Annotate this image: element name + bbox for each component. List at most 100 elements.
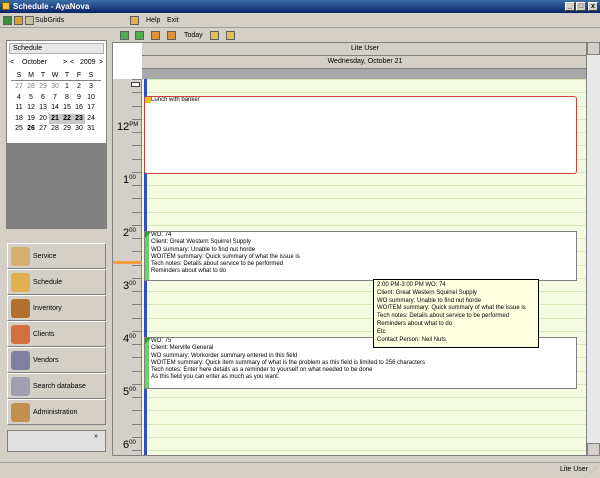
prev-year-button[interactable]: < bbox=[70, 58, 74, 67]
menu-exit[interactable]: Exit bbox=[167, 15, 179, 26]
time-tick bbox=[132, 264, 142, 266]
menu-subgrids[interactable]: SubGrids bbox=[35, 15, 64, 26]
today-button[interactable]: Today bbox=[184, 31, 203, 40]
calendar-day[interactable]: 30 bbox=[73, 124, 85, 134]
calendar-day[interactable]: 3 bbox=[85, 82, 97, 92]
calendar-day[interactable]: 22 bbox=[61, 113, 73, 124]
scroll-down-button[interactable] bbox=[587, 443, 600, 456]
calendar-day[interactable]: 31 bbox=[85, 124, 97, 134]
calendar-day[interactable]: 6 bbox=[37, 93, 49, 103]
time-minutes: 00 bbox=[129, 334, 136, 340]
calendar-day[interactable]: 27 bbox=[37, 124, 49, 134]
text-line: WO summary: Workorder summary entered in… bbox=[151, 352, 298, 359]
calendar-day[interactable]: 16 bbox=[73, 103, 85, 113]
calendar-day[interactable]: 17 bbox=[85, 103, 97, 113]
calendar-day[interactable]: 29 bbox=[37, 82, 49, 92]
text-line: WO summary: Unable to find nut horde bbox=[377, 297, 482, 304]
nav-inventory[interactable]: Inventory bbox=[7, 295, 106, 321]
calendar-divider bbox=[11, 80, 101, 81]
appointment-wo-74[interactable]: WO: 74 Client: Great Western Squirrel Sup… bbox=[144, 231, 577, 281]
corner-marker bbox=[145, 338, 151, 344]
time-tick bbox=[132, 79, 142, 80]
all-day-area[interactable] bbox=[142, 69, 586, 79]
nav-schedule[interactable]: Schedule bbox=[7, 269, 106, 295]
calendar-day[interactable]: 5 bbox=[25, 93, 37, 103]
calendar-day[interactable]: 30 bbox=[49, 82, 61, 92]
add-appointment-icon[interactable] bbox=[120, 31, 129, 40]
tools-icon[interactable] bbox=[130, 16, 139, 25]
grid-icon[interactable] bbox=[25, 16, 34, 25]
calendar-day[interactable]: 24 bbox=[85, 114, 97, 124]
time-tick bbox=[132, 118, 142, 120]
view-icon[interactable] bbox=[210, 31, 219, 40]
calendar-day[interactable]: 12 bbox=[25, 103, 37, 113]
resize-grip-icon[interactable]: ⋰ bbox=[590, 466, 597, 474]
weekday-label: T bbox=[64, 72, 70, 79]
calendar-day[interactable]: 9 bbox=[73, 93, 85, 103]
text-line: Client: Great Western Squirrel Supply bbox=[151, 239, 251, 246]
nav-clients[interactable]: Clients bbox=[7, 321, 106, 347]
status-flag bbox=[145, 338, 149, 388]
binoculars-icon[interactable] bbox=[14, 16, 23, 25]
prev-month-button[interactable]: < bbox=[10, 58, 14, 67]
wrench-icon bbox=[11, 247, 30, 266]
calendar-day[interactable]: 19 bbox=[25, 114, 37, 124]
close-button[interactable]: x bbox=[588, 2, 598, 11]
print-icon[interactable] bbox=[167, 31, 176, 40]
calendar-day[interactable]: 10 bbox=[85, 93, 97, 103]
calendar-day[interactable]: 29 bbox=[61, 124, 73, 134]
text-line: WO summary: Unable to find nut horde bbox=[151, 246, 256, 253]
vertical-scrollbar[interactable] bbox=[587, 42, 600, 456]
splitter[interactable] bbox=[6, 144, 107, 229]
calendar-day[interactable]: 23 bbox=[73, 113, 85, 124]
calendar-day[interactable]: 13 bbox=[37, 103, 49, 113]
new-icon[interactable] bbox=[3, 16, 12, 25]
next-month-button[interactable]: > bbox=[63, 58, 67, 67]
calendar-year[interactable]: 2009 bbox=[80, 58, 96, 67]
maximize-button[interactable]: □ bbox=[576, 2, 586, 11]
calendar-day[interactable]: 28 bbox=[49, 124, 61, 134]
time-label: 12PM bbox=[117, 122, 138, 133]
weekday-label: T bbox=[40, 72, 46, 79]
calendar-day[interactable]: 25 bbox=[13, 124, 25, 134]
nav-vendors[interactable]: Vendors bbox=[7, 347, 106, 373]
calendar-day[interactable]: 2 bbox=[73, 82, 85, 92]
calendar-day[interactable]: 7 bbox=[49, 93, 61, 103]
calendar-day[interactable]: 4 bbox=[13, 93, 25, 103]
weekday-label: F bbox=[76, 72, 82, 79]
calendar-day[interactable]: 26 bbox=[25, 124, 37, 134]
text-line: As this field you can enter as much as y… bbox=[151, 374, 280, 381]
app-icon bbox=[2, 2, 10, 10]
calendar-day[interactable]: 11 bbox=[13, 103, 25, 113]
text-line: Etc bbox=[377, 328, 386, 335]
scroll-up-button[interactable] bbox=[587, 42, 600, 55]
grid-line bbox=[142, 198, 586, 200]
calendar-day[interactable]: 14 bbox=[49, 103, 61, 113]
calendar-day[interactable]: 28 bbox=[25, 82, 37, 92]
calendar-day[interactable]: 8 bbox=[61, 93, 73, 103]
calendar-day[interactable]: 18 bbox=[13, 114, 25, 124]
add-workorder-icon[interactable] bbox=[135, 31, 144, 40]
nav-search-database[interactable]: Search database bbox=[7, 373, 106, 399]
boxes-icon bbox=[11, 299, 30, 318]
nav-service[interactable]: Service bbox=[7, 243, 106, 269]
next-year-button[interactable]: > bbox=[99, 58, 103, 67]
appointment-lunch[interactable]: Lunch with banker bbox=[144, 96, 577, 174]
weekday-label: W bbox=[51, 72, 59, 79]
calendar-day[interactable]: 1 bbox=[61, 82, 73, 92]
expand-chevron-icon[interactable]: » bbox=[94, 433, 98, 440]
text-line: WO: 74 bbox=[151, 232, 172, 238]
time-tick bbox=[132, 304, 142, 306]
options-icon[interactable] bbox=[226, 31, 235, 40]
calendar-month[interactable]: October bbox=[22, 58, 47, 67]
calendar-day[interactable]: 27 bbox=[13, 82, 25, 92]
status-bar: Lite User ⋰ bbox=[0, 462, 600, 478]
nav-administration[interactable]: Administration bbox=[7, 399, 106, 425]
refresh-icon[interactable] bbox=[151, 31, 160, 40]
calendar-day[interactable]: 21 bbox=[49, 113, 61, 124]
grid-line bbox=[142, 79, 586, 80]
calendar-day[interactable]: 20 bbox=[37, 114, 49, 124]
calendar-day[interactable]: 15 bbox=[61, 103, 73, 113]
minimize-button[interactable]: _ bbox=[565, 2, 575, 11]
menu-help[interactable]: Help bbox=[146, 15, 160, 26]
